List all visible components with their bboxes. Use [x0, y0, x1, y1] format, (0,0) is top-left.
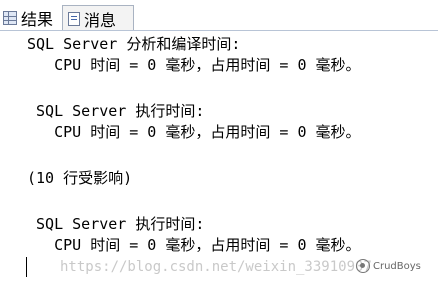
grid-icon: [3, 11, 17, 25]
text-caret: [26, 257, 27, 277]
tab-messages-label: 消息: [84, 10, 117, 30]
watermark-url: https://blog.csdn.net/weixin_33910907: [60, 259, 372, 275]
messages-pane[interactable]: SQL Server 分析和编译时间: CPU 时间 = 0 毫秒，占用时间 =…: [0, 31, 438, 287]
result-tab-bar: 结果 消息: [0, 0, 438, 31]
message-line: CPU 时间 = 0 毫秒，占用时间 = 0 毫秒。: [27, 236, 361, 254]
tab-messages[interactable]: 消息: [62, 5, 134, 31]
message-line: SQL Server 分析和编译时间:: [27, 35, 241, 53]
message-line: CPU 时间 = 0 毫秒，占用时间 = 0 毫秒。: [27, 123, 361, 141]
brand-logo-icon: [356, 259, 370, 273]
message-line: CPU 时间 = 0 毫秒，占用时间 = 0 毫秒。: [27, 56, 361, 74]
tab-results-label: 结果: [21, 10, 54, 29]
message-line: (10 行受影响): [27, 169, 133, 187]
message-line: SQL Server 执行时间:: [27, 102, 205, 120]
tab-results[interactable]: 结果: [0, 6, 61, 30]
brand-label: CrudBoys: [373, 260, 421, 272]
watermark-brand: CrudBoys: [356, 259, 421, 273]
message-line: SQL Server 执行时间:: [27, 215, 205, 233]
message-icon: [68, 11, 80, 26]
